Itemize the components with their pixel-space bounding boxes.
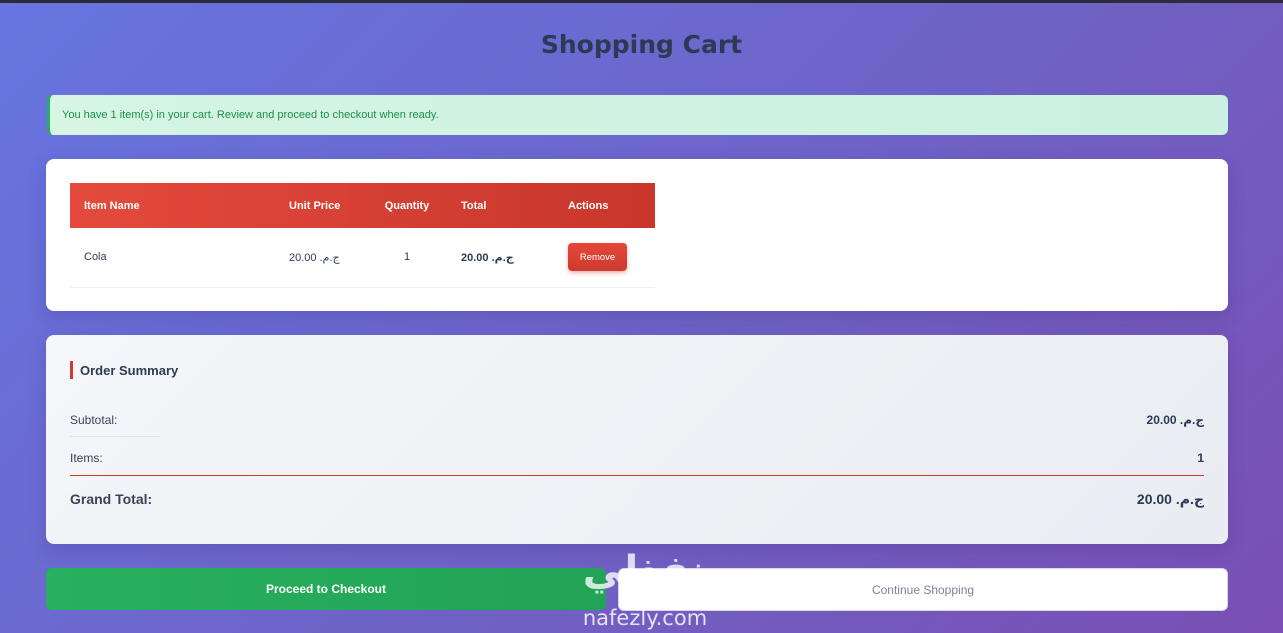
column-header-actions: Actions	[568, 199, 609, 212]
item-quantity: 1	[363, 228, 451, 288]
item-name: Cola	[70, 228, 275, 288]
subtotal-row: Subtotal: 20.00 .ج.م	[70, 409, 1204, 431]
items-row: Items: 1	[70, 447, 1204, 469]
items-label: Items:	[70, 451, 103, 465]
column-header-total: Total	[461, 199, 487, 212]
column-header-quantity: Quantity	[384, 199, 430, 212]
page-title: Shopping Cart	[540, 30, 743, 59]
cart-info-alert: You have 1 item(s) in your cart. Review …	[47, 95, 1228, 135]
cart-table-header: Item Name Unit Price Quantity Total Acti…	[70, 183, 655, 228]
grand-total-value: 20.00 .ج.م	[1136, 490, 1204, 507]
subtotal-divider	[70, 436, 160, 437]
browser-top-bar	[0, 0, 1283, 3]
grand-total-row: Grand Total: 20.00 .ج.م	[70, 487, 1204, 511]
items-value: 1	[1197, 451, 1204, 465]
item-unit-price: 20.00 .ج.م	[275, 228, 363, 288]
subtotal-label: Subtotal:	[70, 413, 118, 427]
subtotal-value: 20.00 .ج.م	[1146, 413, 1204, 427]
order-summary-card: Order Summary Subtotal: 20.00 .ج.م Items…	[46, 335, 1228, 544]
order-summary-title: Order Summary	[70, 361, 178, 379]
item-actions: Remove	[568, 228, 655, 288]
column-header-item-name: Item Name	[84, 199, 140, 212]
item-total: 20.00 .ج.م	[451, 228, 568, 288]
cart-card: Item Name Unit Price Quantity Total Acti…	[46, 159, 1228, 311]
cart-table: Item Name Unit Price Quantity Total Acti…	[70, 183, 655, 288]
proceed-to-checkout-button[interactable]: Proceed to Checkout	[46, 568, 606, 610]
alert-message: You have 1 item(s) in your cart. Review …	[62, 109, 439, 121]
continue-shopping-button[interactable]: Continue Shopping	[618, 568, 1228, 611]
grand-total-divider	[70, 475, 1204, 476]
table-row: Cola 20.00 .ج.م 1 20.00 .ج.م Remove	[70, 228, 655, 288]
grand-total-label: Grand Total:	[70, 491, 153, 507]
column-header-unit-price: Unit Price	[289, 199, 341, 212]
remove-button[interactable]: Remove	[568, 243, 627, 272]
